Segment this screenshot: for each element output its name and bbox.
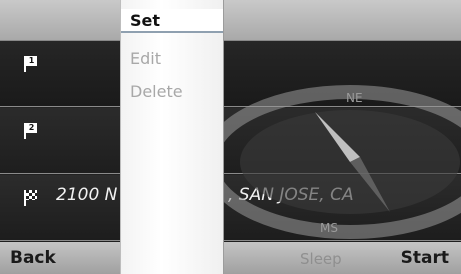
navigation-screen: 1 2 2100 N , SAN JOSE, CA NE MS Back Sle… <box>0 0 461 274</box>
bottom-bar: Back Sleep Start <box>0 242 461 274</box>
checkered-flag-icon <box>24 190 38 206</box>
destination-row-2[interactable]: 2 <box>0 108 461 174</box>
start-button[interactable]: Start <box>401 248 449 268</box>
menu-item-delete[interactable]: Delete <box>121 80 223 104</box>
flag-2-icon: 2 <box>24 123 38 139</box>
flag-1-icon: 1 <box>24 56 38 72</box>
destination-row-final[interactable]: 2100 N , SAN JOSE, CA <box>0 175 461 241</box>
menu-item-edit[interactable]: Edit <box>121 47 223 71</box>
destination-address-end: , SAN JOSE, CA <box>228 185 354 205</box>
destination-row-1[interactable]: 1 <box>0 41 461 107</box>
context-menu: Set Edit Delete <box>120 0 224 274</box>
back-button[interactable]: Back <box>10 248 56 268</box>
destination-address-start: 2100 N <box>56 185 118 205</box>
menu-item-set[interactable]: Set <box>121 9 223 33</box>
sleep-label: Sleep <box>300 250 342 268</box>
top-bar <box>0 0 461 41</box>
